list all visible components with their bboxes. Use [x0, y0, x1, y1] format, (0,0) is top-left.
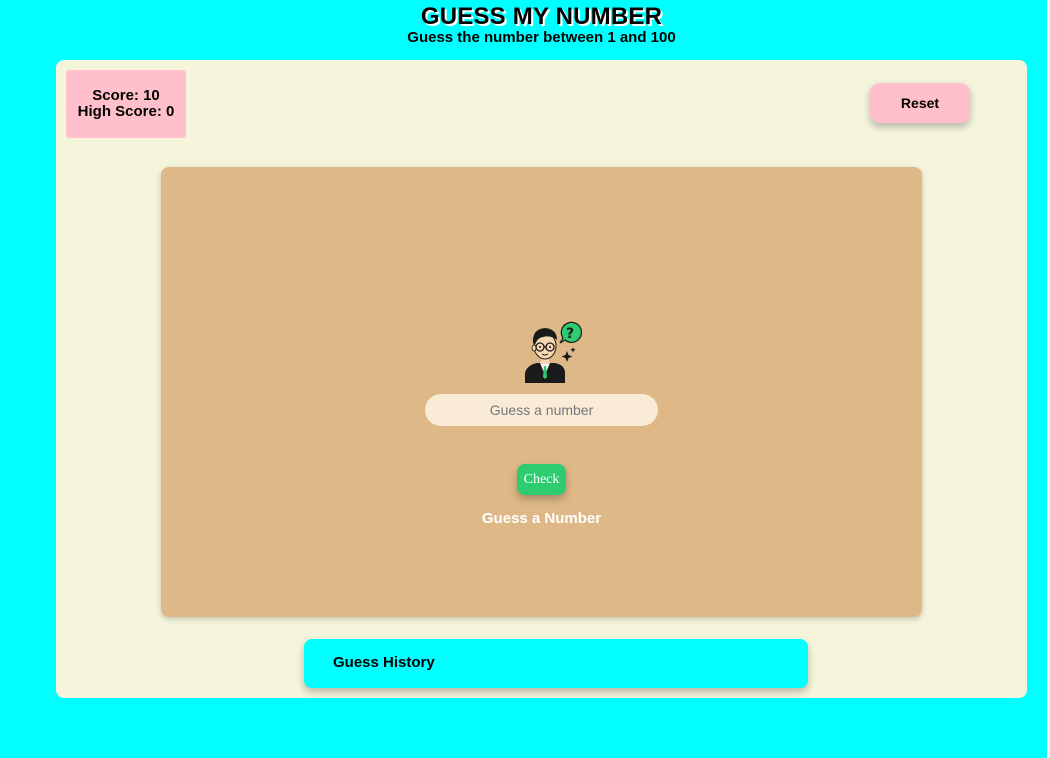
high-score-value: High Score: 0 [77, 103, 175, 120]
score-value: Score: 10 [92, 87, 160, 104]
guess-input[interactable] [425, 394, 658, 426]
check-button[interactable]: Check [517, 464, 566, 495]
svg-text:?: ? [566, 326, 574, 342]
page-title: GUESS MY NUMBER [420, 3, 663, 30]
game-message: Guess a Number [481, 510, 602, 527]
game-card: ? Check Guess a Number [161, 167, 922, 617]
guess-history: Guess History [304, 639, 808, 688]
guess-history-title: Guess History [333, 654, 435, 671]
page-subtitle: Guess the number between 1 and 100 [407, 29, 676, 46]
reset-button[interactable]: Reset [870, 83, 970, 123]
score-box: Score: 10 High Score: 0 [66, 70, 186, 138]
thinking-person-icon: ? [525, 321, 583, 383]
game-panel: Score: 10 High Score: 0 Reset ? Guess a … [56, 60, 1027, 698]
